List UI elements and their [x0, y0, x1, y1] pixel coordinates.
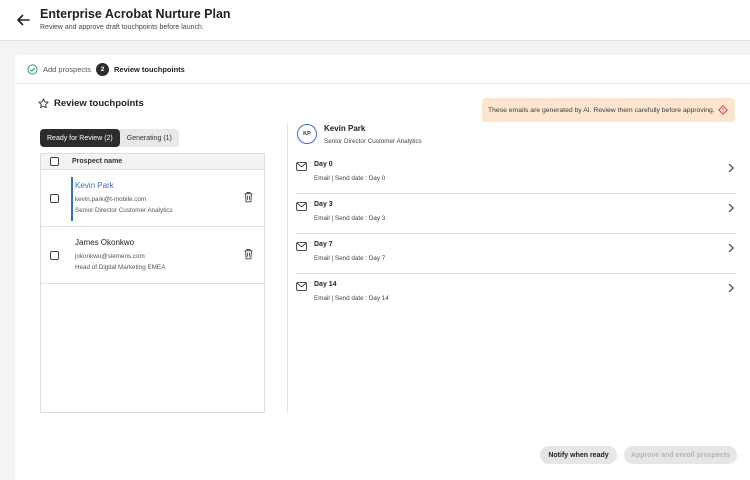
approve-and-enroll-button[interactable]: Approve and enroll prospects [624, 446, 737, 464]
warning-icon [717, 105, 728, 115]
step-label: Add prospects [43, 65, 91, 74]
mail-icon [296, 162, 307, 171]
check-circle-icon [27, 64, 38, 75]
touchpoint-meta: Email | Send date : Day 14 [314, 295, 389, 302]
touchpoint-meta: Email | Send date : Day 0 [314, 175, 386, 182]
ai-notice-text: These emails are generated by AI. Review… [488, 106, 715, 114]
prospect-title: Senior Director Customer Analytics [75, 206, 173, 214]
mail-icon [296, 242, 307, 251]
prospect-info: James Okonkwo jokonkwo@siemens.com Head … [75, 238, 165, 273]
page-subtitle: Review and approve draft touchpoints bef… [40, 24, 204, 31]
touchpoint-item[interactable]: Day 7 Email | Send date : Day 7 [296, 234, 737, 274]
chevron-right-icon [728, 283, 734, 293]
review-card: Add prospects 2 Review touchpoints Revie… [15, 55, 750, 480]
ai-notice-banner: These emails are generated by AI. Review… [482, 98, 735, 122]
prospect-email: jokonkwo@siemens.com [75, 252, 145, 260]
select-all-checkbox[interactable] [50, 157, 59, 166]
table-row[interactable]: Kevin Park kevin.park@t-mobile.com Senio… [41, 170, 264, 227]
column-header-prospect-name: Prospect name [72, 158, 123, 165]
panel-divider [287, 123, 288, 413]
mail-icon [296, 282, 307, 291]
step-add-prospects[interactable]: Add prospects [27, 64, 91, 75]
section-title: Review touchpoints [38, 98, 144, 109]
table-row[interactable]: James Okonkwo jokonkwo@siemens.com Head … [41, 227, 264, 284]
back-arrow-icon[interactable] [15, 12, 31, 28]
chevron-right-icon [728, 243, 734, 253]
prospect-name[interactable]: Kevin Park [75, 181, 173, 190]
contact-role: Senior Director Customer Analytics [324, 138, 422, 145]
prospect-name[interactable]: James Okonkwo [75, 238, 165, 247]
tab-generating[interactable]: Generating (1) [120, 129, 179, 147]
chevron-right-icon [728, 163, 734, 173]
selected-indicator [71, 177, 73, 221]
touchpoint-item[interactable]: Day 0 Email | Send date : Day 0 [296, 154, 737, 194]
touchpoint-day: Day 3 [314, 201, 333, 208]
touchpoint-day: Day 7 [314, 241, 333, 248]
section-title-text: Review touchpoints [54, 98, 144, 109]
touchpoint-item[interactable]: Day 3 Email | Send date : Day 3 [296, 194, 737, 234]
star-icon [38, 98, 49, 109]
prospect-list: Prospect name Kevin Park kevin.park@t-mo… [40, 153, 265, 413]
page-title: Enterprise Acrobat Nurture Plan [40, 7, 231, 21]
step-label: Review touchpoints [114, 65, 185, 74]
contact-header: KP Kevin Park Senior Director Customer A… [297, 124, 422, 145]
row-checkbox[interactable] [50, 250, 59, 260]
touchpoint-day: Day 0 [314, 161, 333, 168]
notify-when-ready-button[interactable]: Notify when ready [540, 446, 617, 464]
avatar: KP [297, 124, 317, 144]
stepper: Add prospects 2 Review touchpoints [15, 55, 750, 84]
trash-icon[interactable] [243, 248, 254, 260]
step-review-touchpoints[interactable]: 2 Review touchpoints [96, 63, 185, 76]
contact-name: Kevin Park [324, 124, 366, 133]
status-tabs: Ready for Review (2) Generating (1) [40, 129, 179, 147]
touchpoint-day: Day 14 [314, 281, 337, 288]
touchpoint-meta: Email | Send date : Day 7 [314, 255, 386, 262]
page-header: Enterprise Acrobat Nurture Plan Review a… [0, 0, 750, 41]
tab-ready-for-review[interactable]: Ready for Review (2) [40, 129, 120, 147]
mail-icon [296, 202, 307, 211]
row-checkbox[interactable] [50, 193, 59, 203]
touchpoint-item[interactable]: Day 14 Email | Send date : Day 14 [296, 274, 737, 314]
list-header: Prospect name [41, 153, 264, 170]
step-number: 2 [96, 63, 109, 76]
touchpoint-meta: Email | Send date : Day 3 [314, 215, 386, 222]
chevron-right-icon [728, 203, 734, 213]
prospect-title: Head of Digital Marketing EMEA [75, 263, 166, 271]
trash-icon[interactable] [243, 191, 254, 203]
prospect-email: kevin.park@t-mobile.com [75, 195, 147, 203]
prospect-info: Kevin Park kevin.park@t-mobile.com Senio… [75, 181, 173, 216]
